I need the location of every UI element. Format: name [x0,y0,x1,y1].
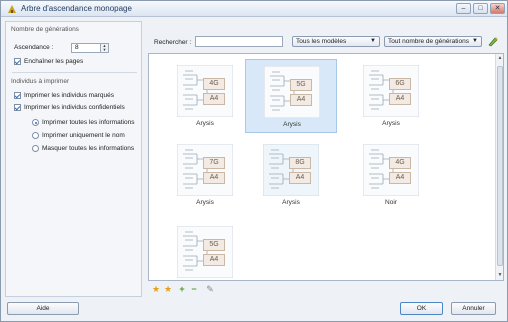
models-select-value: Tous les modèles [296,38,347,45]
models-select[interactable]: Tous les modèles ▼ [292,36,380,47]
checkbox-icon [14,58,21,65]
radio-print-name[interactable]: Imprimer uniquement le nom [32,132,125,139]
tree-thumbnail-icon [363,144,419,196]
scroll-down-icon[interactable]: ▼ [496,271,503,280]
format-badge: A4 [290,94,312,106]
generation-badge: 4G [203,78,225,90]
model-tile[interactable]: 7G A4 Arysis [159,138,251,212]
main-area: Rechercher : Tous les modèles ▼ Tout nom… [146,21,504,297]
checkbox-icon [14,104,21,111]
gallery-scrollbar[interactable]: ▲ ▼ [495,54,503,280]
print-marked-label: Imprimer les individus marqués [24,92,114,99]
ascendance-value: 8 [75,44,79,51]
radio-print-all-label: Imprimer toutes les informations [42,119,135,126]
minimize-icon: – [461,5,466,12]
model-label: Arysis [382,120,400,127]
maximize-button[interactable]: □ [473,3,488,14]
close-icon: ✕ [494,5,501,12]
radio-icon [32,119,39,126]
print-confidential-label: Imprimer les individus confidentiels [24,104,125,111]
chevron-down-icon: ▼ [370,38,376,44]
tree-thumbnail-icon [264,66,320,118]
scroll-thumb[interactable] [497,66,503,266]
chain-pages-label: Enchaîner les pages [24,58,84,65]
format-badge: A4 [389,172,411,184]
maximize-icon: □ [478,5,483,12]
radio-print-all[interactable]: Imprimer toutes les informations [32,119,134,126]
format-badge: A4 [389,93,411,105]
scroll-up-icon[interactable]: ▲ [496,54,503,63]
edit-icon[interactable]: ✎ [205,284,215,294]
remove-icon[interactable]: − [189,284,199,294]
search-input[interactable] [195,36,283,47]
format-badge: A4 [203,93,225,105]
model-tile[interactable]: 8G A4 Arysis [245,138,337,212]
model-label: Arysis [282,199,300,206]
separator [12,72,137,73]
model-tile[interactable]: 4G A4 Noir [345,138,437,212]
radio-icon [32,145,39,152]
models-gallery[interactable]: 5G A4 4G A4 Noir 8G A4 Arysis 7G A4 Arysis 6G A4 Arys… [148,53,504,281]
model-label: Arysis [196,199,214,206]
generations-group-title: Nombre de générations [11,26,79,33]
format-badge: A4 [203,254,225,266]
generation-badge: 8G [289,157,311,169]
dialog-window: Arbre d'ascendance monopage – □ ✕ Nombre… [0,0,508,322]
add-icon[interactable]: + [177,284,187,294]
model-tile[interactable]: 4G A4 Arysis [159,59,251,133]
model-label: Arysis [196,120,214,127]
format-badge: A4 [289,172,311,184]
chevron-down-icon: ▼ [472,38,478,44]
tree-thumbnail-icon [177,226,233,278]
ascendance-spinner[interactable]: 8 ▲ ▼ [71,43,109,53]
tree-thumbnail-icon [177,144,233,196]
tree-thumbnail-icon [363,65,419,117]
generation-badge: 6G [389,78,411,90]
radio-hide-all[interactable]: Masquer toutes les informations [32,145,134,152]
window-title: Arbre d'ascendance monopage [21,4,132,13]
help-button[interactable]: Aide [7,302,79,315]
options-panel: Nombre de générations Ascendance : 8 ▲ ▼ … [5,21,142,297]
generation-badge: 5G [290,79,312,91]
model-tile[interactable]: 5G A4 Arysis [245,59,337,133]
edit-pencil-icon[interactable] [487,36,499,47]
generations-select[interactable]: Tout nombre de générations ▼ [384,36,482,47]
radio-hide-all-label: Masquer toutes les informations [42,145,135,152]
format-badge: A4 [203,172,225,184]
star-outline-icon[interactable]: ★ [163,284,173,294]
chain-pages-checkbox[interactable]: Enchaîner les pages [14,58,83,65]
print-marked-checkbox[interactable]: Imprimer les individus marqués [14,92,114,99]
generations-select-value: Tout nombre de générations [388,38,469,45]
ascendance-label: Ascendance : [14,44,54,51]
close-button[interactable]: ✕ [490,3,505,14]
minimize-button[interactable]: – [456,3,471,14]
ok-button[interactable]: OK [400,302,443,315]
tree-thumbnail-icon [263,144,319,196]
title-bar: Arbre d'ascendance monopage – □ ✕ [1,1,507,17]
tree-thumbnail-icon [177,65,233,117]
individus-group-title: Individus à imprimer [11,78,70,85]
tree-app-icon [8,5,16,13]
model-label: Noir [385,199,397,206]
radio-icon [32,132,39,139]
checkbox-icon [14,92,21,99]
gallery-toolbar: ★ ★ + − ✎ [148,283,504,295]
generation-badge: 4G [389,157,411,169]
search-label: Rechercher : [154,39,192,46]
star-icon[interactable]: ★ [151,284,161,294]
radio-print-name-label: Imprimer uniquement le nom [42,132,125,139]
model-tile[interactable]: 5G A4 [159,220,251,280]
cancel-button[interactable]: Annuler [451,302,496,315]
spinner-arrows-icon[interactable]: ▲ ▼ [100,44,108,52]
model-tile[interactable]: 6G A4 Arysis [345,59,437,133]
print-confidential-checkbox[interactable]: Imprimer les individus confidentiels [14,104,125,111]
generation-badge: 7G [203,157,225,169]
model-label: Arysis [283,121,301,128]
generation-badge: 5G [203,239,225,251]
